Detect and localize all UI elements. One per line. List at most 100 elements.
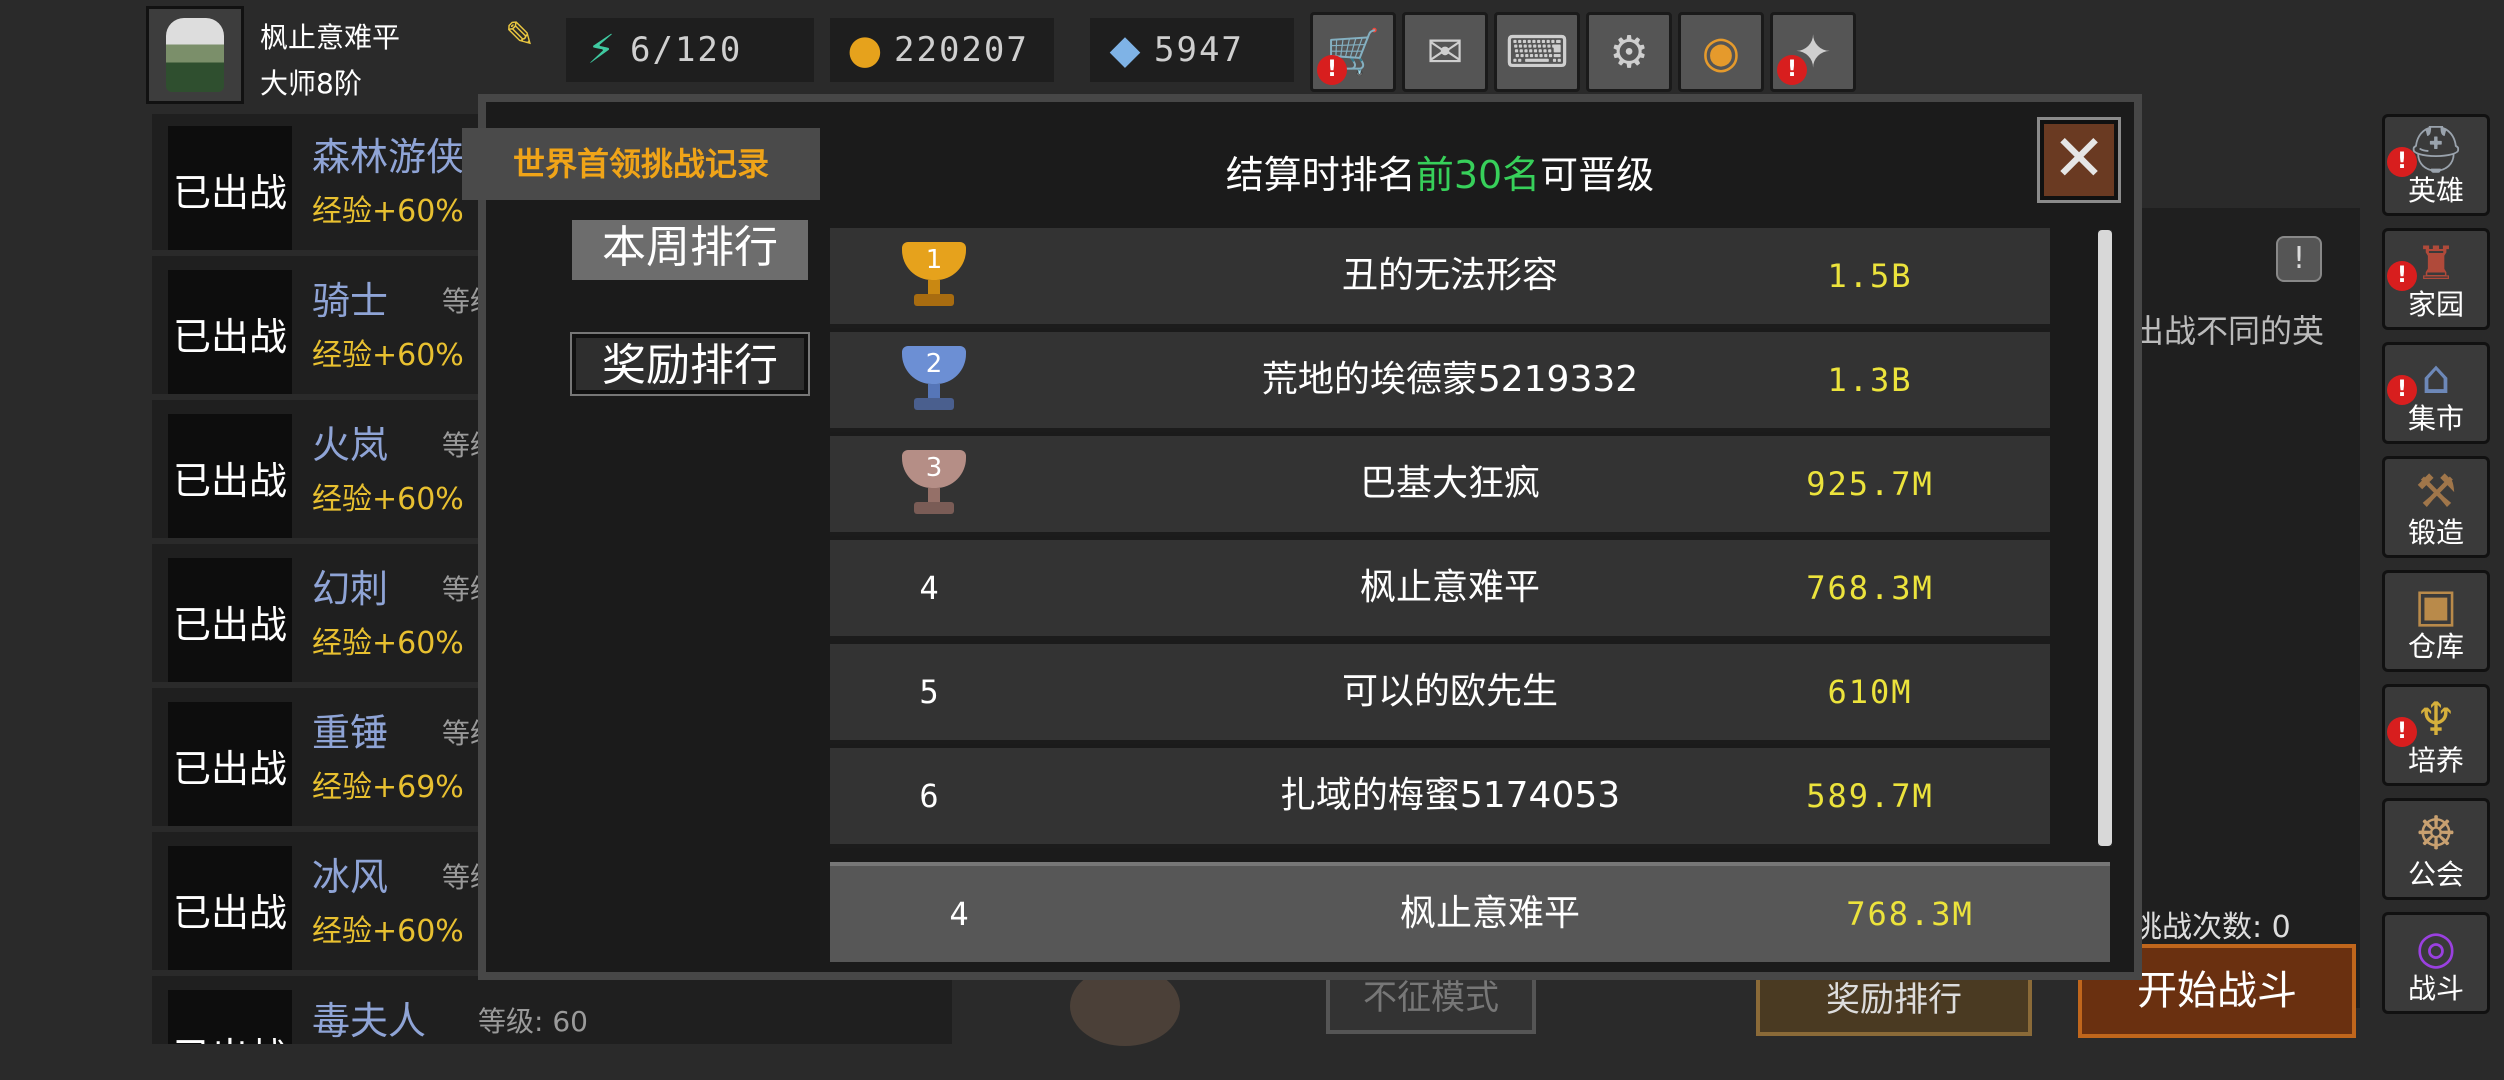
energy-counter[interactable]: ⚡ 6/120 [566,18,814,82]
shop-cart-button[interactable]: 🛒 ! [1310,12,1396,92]
deployed-label: 已出战 [172,459,287,503]
ranking-row: 6 扎域的梅蜜5174053 589.7M [830,748,2050,848]
player-name-cell: 扎域的梅蜜5174053 [1279,775,1621,816]
ranking-row: 2 荒地的埃德蒙5219332 1.3B [830,332,2050,432]
title-suffix: 可晋级 [1540,153,1655,197]
title-prefix: 结算时排名 [1225,153,1416,197]
hero-row[interactable]: 已出战 毒夫人 等级: 60 [152,978,952,1044]
hero-name: 火岚 [312,423,389,467]
my-ranking-row: 4 枫止意难平 768.3M [830,862,2110,962]
tab-reward-ranking[interactable]: 奖励排行 [570,332,810,396]
ranking-row: 5 可以的欧先生 610M [830,644,2050,744]
alert-badge: ! [1317,55,1347,85]
rank-number: 2 [925,349,943,379]
bronze-trophy-icon: 3 [894,450,974,518]
player-name-cell: 丑的无法形容 [1341,255,1558,296]
gem-counter[interactable]: ◆ 5947 [1090,18,1294,82]
nav-label: 培养 [2407,744,2464,777]
modal-title: 结算时排名前30名可晋级 [840,144,2040,199]
deployed-label: 已出战 [172,891,287,935]
score-cell: 1.3B [1827,361,1913,399]
energy-icon: ⚡ [586,27,616,73]
scrollbar-thumb[interactable] [2098,230,2112,846]
score-cell: 768.3M [1806,569,1934,607]
score-cell: 1.5B [1827,257,1913,295]
nav-label: 战斗 [2407,972,2464,1005]
hero-exp: 经验+60% [312,914,464,949]
player-name-cell: 可以的欧先生 [1341,671,1558,712]
gear-icon: ⚙ [1609,26,1649,78]
player-name-cell: 荒地的埃德蒙5219332 [1261,359,1639,400]
nav-label: 公会 [2407,858,2464,891]
battle-count: 挑战次数: 0 [2132,910,2291,945]
deployed-label: 已出战 [172,171,287,215]
nav-label: 英雄 [2407,174,2464,207]
hero-name: 森林游侠 [312,135,465,179]
deployed-label: 已出战 [172,747,287,791]
score-cell: 589.7M [1806,777,1934,815]
nav-storage[interactable]: ▣ 仓库 [2382,570,2490,672]
tab-weekly-ranking[interactable]: 本周排行 [572,220,808,280]
player-name-cell: 巴基大狂疯 [1359,463,1540,504]
aperture-button[interactable]: ◉ [1678,12,1764,92]
mail-icon: ✉ [1426,26,1464,78]
player-rank: 大师8阶 [260,67,362,100]
modal-tag: 世界首领挑战记录 [462,128,820,200]
nav-heroes[interactable]: ⛑ ! 英雄 [2382,114,2490,216]
deployed-label: 已出战 [172,603,287,647]
hero-name: 冰风 [312,855,389,899]
nav-guild[interactable]: ☸ 公会 [2382,798,2490,900]
my-player-name: 枫止意难平 [1399,893,1580,934]
hero-portrait: 已出战 [168,846,292,970]
info-icon[interactable]: ! [2276,236,2322,282]
hero-portrait: 已出战 [168,990,292,1044]
hero-exp: 经验+60% [312,338,464,373]
hero-exp: 经验+69% [312,770,464,805]
gamepad-button[interactable]: ⌨ [1494,12,1580,92]
hero-portrait: 已出战 [168,702,292,826]
close-button[interactable]: ✕ [2037,117,2121,203]
hero-name: 重锤 [312,711,389,755]
nav-market[interactable]: ⌂ ! 集市 [2382,342,2490,444]
rank-number: 1 [925,245,943,275]
ranking-row: 1 丑的无法形容 1.5B [830,228,2050,328]
nav-label: 集市 [2407,402,2464,435]
info-description: 出战不同的英 [2132,312,2325,350]
nav-battle[interactable]: ◎ 战斗 [2382,912,2490,1014]
hero-portrait: 已出战 [168,558,292,682]
nav-home[interactable]: ♜ ! 家园 [2382,228,2490,330]
hero-level: 等级: 60 [478,1005,588,1038]
title-highlight: 前30名 [1415,153,1541,197]
sparkle-button[interactable]: ✦ ! [1770,12,1856,92]
ranking-list[interactable]: 1 丑的无法形容 1.5B 2 荒地的埃德蒙5219332 1.3B 3 巴基大… [830,228,2050,852]
player-name: 枫止意难平 [260,21,401,54]
hero-name: 骑士 [312,279,389,323]
hero-exp: 经验+60% [312,626,464,661]
gem-icon: ◆ [1109,27,1141,73]
settings-button[interactable]: ⚙ [1586,12,1672,92]
rank-number: 5 [919,673,939,711]
ranking-row: 3 巴基大狂疯 925.7M [830,436,2050,536]
my-score: 768.3M [1846,895,1974,933]
nav-label: 锻造 [2407,516,2464,549]
alert-badge: ! [1777,55,1807,85]
gold-counter[interactable]: ● 220207 [830,18,1054,82]
deployed-label: 已出战 [168,1026,292,1044]
edit-icon[interactable]: ✎ [500,16,540,56]
my-rank-number: 4 [949,895,969,933]
player-name-cell: 枫止意难平 [1359,567,1540,608]
hero-exp: 经验+60% [312,482,464,517]
aperture-icon: ◉ [1701,26,1741,78]
nav-forge[interactable]: ⚒ 锻造 [2382,456,2490,558]
ranking-row: 4 枫止意难平 768.3M [830,540,2050,640]
rank-number: 4 [919,569,939,607]
nav-label: 家园 [2407,288,2464,321]
hero-portrait: 已出战 [168,270,292,394]
close-icon: ✕ [2052,122,2106,196]
player-avatar[interactable] [146,6,244,104]
mail-button[interactable]: ✉ [1402,12,1488,92]
score-cell: 610M [1827,673,1913,711]
gamepad-icon: ⌨ [1505,26,1569,78]
gold-trophy-icon: 1 [894,242,974,310]
nav-train[interactable]: ♆ ! 培养 [2382,684,2490,786]
